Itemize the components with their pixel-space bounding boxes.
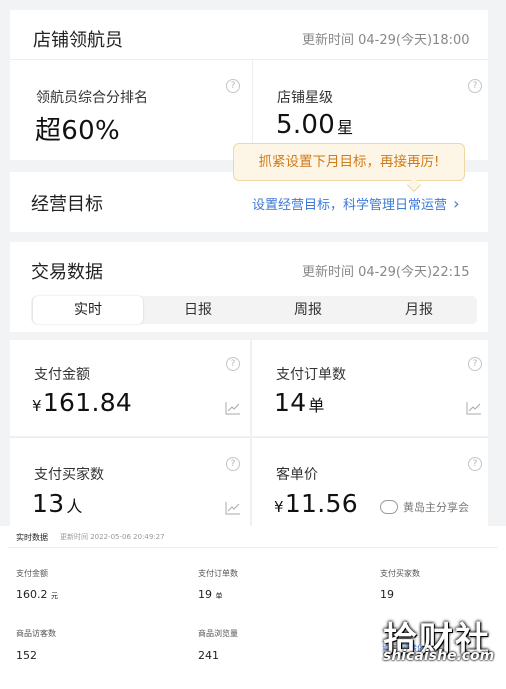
- star-unit: 星: [337, 118, 354, 137]
- metric-number: 11.56: [284, 489, 358, 518]
- metric-label: 支付金额: [34, 367, 90, 383]
- trend-chart-icon[interactable]: [225, 401, 241, 415]
- realtime-metric-number: 160.2: [16, 588, 48, 601]
- realtime-update-time: 更新时间 2022-05-06 20:49:27: [60, 533, 165, 541]
- help-icon[interactable]: ?: [226, 457, 240, 471]
- wechat-icon: [380, 500, 398, 514]
- trend-chart-icon[interactable]: [225, 501, 241, 515]
- realtime-metric-label: 支付订单数: [198, 569, 238, 578]
- realtime-metric-label: 支付买家数: [380, 569, 420, 578]
- metric-cell[interactable]: 支付买家数 ? 13 人: [10, 438, 250, 526]
- metric-value: 14 单: [274, 388, 325, 417]
- help-icon[interactable]: ?: [226, 79, 240, 93]
- realtime-metric-label: 商品访客数: [16, 629, 56, 638]
- star-number: 5.00: [276, 110, 336, 140]
- realtime-metric-value: 19 单: [198, 588, 223, 601]
- realtime-metric-label: 支付金额: [16, 569, 48, 578]
- site-logo-domain: shicaishe.com: [383, 648, 495, 664]
- trade-title: 交易数据: [31, 262, 103, 283]
- metric-number: 161.84: [42, 388, 133, 417]
- rank-label: 领航员综合分排名: [36, 90, 148, 106]
- help-icon[interactable]: ?: [226, 357, 240, 371]
- realtime-metric-value: 241: [198, 649, 219, 662]
- metric-value: 13 人: [32, 489, 83, 518]
- metric-cell[interactable]: 支付订单数 ? 14 单: [252, 340, 488, 436]
- realtime-metric-value: 19: [380, 588, 394, 601]
- tab-realtime[interactable]: 实时: [33, 296, 143, 324]
- divider: [8, 547, 498, 548]
- realtime-metric-unit: 元: [51, 592, 58, 600]
- metric-label: 支付买家数: [34, 467, 104, 483]
- metric-number: 13: [32, 489, 65, 518]
- navigator-update-time: 更新时间 04-29(今天)18:00: [302, 33, 470, 48]
- metric-cell[interactable]: 支付金额 ? ¥161.84: [10, 340, 250, 436]
- trade-update-time: 更新时间 04-29(今天)22:15: [302, 265, 470, 280]
- trend-chart-icon[interactable]: [466, 401, 482, 415]
- period-tabs: 实时 日报 周报 月报: [31, 296, 477, 324]
- currency-symbol: ¥: [32, 397, 42, 415]
- help-icon[interactable]: ?: [468, 357, 482, 371]
- tab-daily[interactable]: 日报: [143, 296, 253, 324]
- metric-number: 14: [274, 388, 307, 417]
- star-label: 店铺星级: [277, 90, 333, 106]
- watermark-text: 黄岛主分享会: [403, 501, 469, 514]
- metric-unit: 单: [308, 396, 325, 415]
- metric-label: 客单价: [276, 467, 318, 483]
- metric-label: 支付订单数: [276, 367, 346, 383]
- goal-title: 经营目标: [31, 194, 103, 215]
- chevron-right-icon: ›: [453, 194, 460, 213]
- tab-weekly[interactable]: 周报: [253, 296, 363, 324]
- realtime-metric-label: 商品浏览量: [198, 629, 238, 638]
- metric-unit: 人: [66, 497, 83, 516]
- goal-tooltip: 抓紧设置下月目标，再接再厉!: [233, 143, 465, 181]
- realtime-metric-unit: 单: [215, 592, 223, 600]
- set-goal-link[interactable]: 设置经营目标，科学管理日常运营 ›: [252, 194, 460, 213]
- realtime-metric-value: 152: [16, 649, 37, 662]
- set-goal-link-text: 设置经营目标，科学管理日常运营: [252, 198, 448, 213]
- help-icon[interactable]: ?: [468, 457, 482, 471]
- currency-symbol: ¥: [274, 498, 284, 516]
- rank-value: 超60%: [35, 116, 120, 146]
- metric-value: ¥161.84: [32, 388, 132, 417]
- tab-monthly[interactable]: 月报: [363, 296, 475, 324]
- help-icon[interactable]: ?: [468, 79, 482, 93]
- star-value: 5.00 星: [276, 110, 353, 140]
- divider: [10, 59, 488, 60]
- realtime-metric-value: 160.2 元: [16, 588, 58, 601]
- page: 店铺领航员 更新时间 04-29(今天)18:00 领航员综合分排名 ? 超60…: [0, 0, 506, 689]
- realtime-metric-number: 19: [198, 588, 212, 601]
- navigator-title: 店铺领航员: [33, 30, 123, 51]
- realtime-title: 实时数据: [16, 533, 48, 542]
- realtime-panel: 实时数据 更新时间 2022-05-06 20:49:27 支付金额 160.2…: [0, 526, 506, 689]
- metric-value: ¥11.56: [274, 489, 358, 518]
